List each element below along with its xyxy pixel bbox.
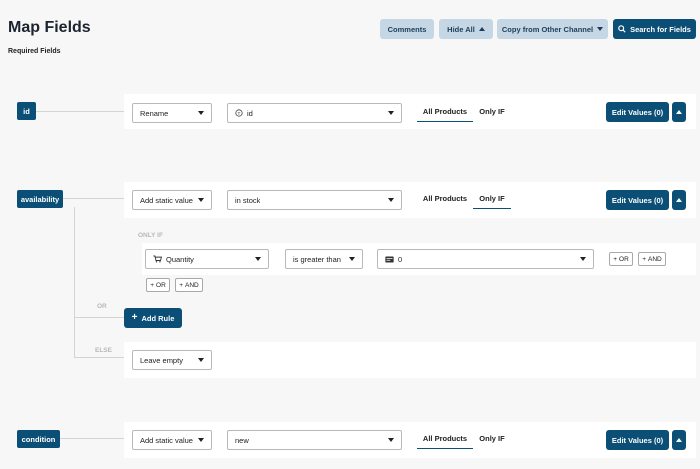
copy-from-channel-button[interactable]: Copy from Other Channel xyxy=(497,19,608,39)
edit-values-button[interactable]: Edit Values (0) xyxy=(606,430,669,450)
mode-select[interactable]: Add static value xyxy=(132,190,212,210)
field-tag-condition: condition xyxy=(17,430,60,448)
value-select[interactable]: new xyxy=(227,430,402,450)
connector-line xyxy=(74,357,124,358)
search-fields-button[interactable]: Search for Fields xyxy=(613,19,696,39)
value-select[interactable]: in stock xyxy=(227,190,402,210)
caret-down-icon xyxy=(388,198,394,202)
connector-line xyxy=(74,317,124,318)
or-button[interactable]: + OR xyxy=(609,252,633,266)
tab-all-products[interactable]: All Products xyxy=(417,430,473,449)
connector-line xyxy=(60,438,124,439)
plus-icon: + xyxy=(179,281,184,289)
collapse-button[interactable] xyxy=(672,430,686,450)
caret-up-icon xyxy=(676,198,682,202)
comments-button[interactable]: Comments xyxy=(380,19,434,39)
tab-all-products[interactable]: All Products xyxy=(417,190,473,209)
and-button[interactable]: + AND xyxy=(638,252,666,266)
connector-line xyxy=(63,198,124,199)
caret-down-icon xyxy=(198,111,204,115)
plus-icon: + xyxy=(613,255,618,263)
caret-down-icon xyxy=(597,27,604,31)
caret-down-icon xyxy=(388,111,394,115)
mode-select[interactable]: Add static value xyxy=(132,430,212,450)
page-title: Map Fields xyxy=(8,19,91,36)
tab-only-if[interactable]: Only IF xyxy=(473,190,511,209)
edit-values-button[interactable]: Edit Values (0) xyxy=(606,190,669,210)
mode-select[interactable]: Rename xyxy=(132,103,212,123)
or-divider-label: OR xyxy=(97,303,107,310)
caret-down-icon xyxy=(198,358,204,362)
number-field-icon xyxy=(385,256,394,262)
plus-icon: + xyxy=(150,281,155,289)
caret-down-icon xyxy=(349,257,355,261)
or-group-button[interactable]: + OR xyxy=(146,278,170,292)
field-tag-id: id xyxy=(17,102,36,120)
caret-up-icon xyxy=(676,110,682,114)
cart-icon xyxy=(153,255,162,263)
value-select[interactable]: T id xyxy=(227,103,402,123)
only-if-heading: ONLY IF xyxy=(138,232,163,239)
collapse-button[interactable] xyxy=(672,102,686,122)
operator-select[interactable]: is greater than xyxy=(285,249,363,269)
caret-down-icon xyxy=(255,257,261,261)
caret-up-icon xyxy=(478,27,485,31)
caret-down-icon xyxy=(388,438,394,442)
caret-down-icon xyxy=(580,257,586,261)
and-group-button[interactable]: + AND xyxy=(175,278,203,292)
connector-line xyxy=(36,111,124,112)
hide-all-button[interactable]: Hide All xyxy=(439,19,493,39)
plus-icon: + xyxy=(642,255,647,263)
tab-only-if[interactable]: Only IF xyxy=(473,430,511,449)
collapse-button[interactable] xyxy=(672,190,686,210)
caret-down-icon xyxy=(198,198,204,202)
else-select[interactable]: Leave empty xyxy=(132,350,212,370)
text-field-icon: T xyxy=(235,109,243,117)
condition-value-select[interactable]: 0 xyxy=(377,249,594,269)
svg-text:T: T xyxy=(238,111,241,117)
plus-icon: + xyxy=(131,312,138,323)
tree-vertical-line xyxy=(74,207,75,357)
else-label: ELSE xyxy=(95,347,112,354)
caret-up-icon xyxy=(676,438,682,442)
add-rule-button[interactable]: + Add Rule xyxy=(124,308,182,328)
tab-only-if[interactable]: Only IF xyxy=(473,103,511,122)
tab-all-products[interactable]: All Products xyxy=(417,103,473,122)
condition-field-select[interactable]: Quantity xyxy=(145,249,269,269)
field-tag-availability: availability xyxy=(17,190,63,208)
section-heading: Required Fields xyxy=(8,48,61,55)
edit-values-button[interactable]: Edit Values (0) xyxy=(606,102,669,122)
search-icon xyxy=(618,25,626,33)
caret-down-icon xyxy=(198,438,204,442)
